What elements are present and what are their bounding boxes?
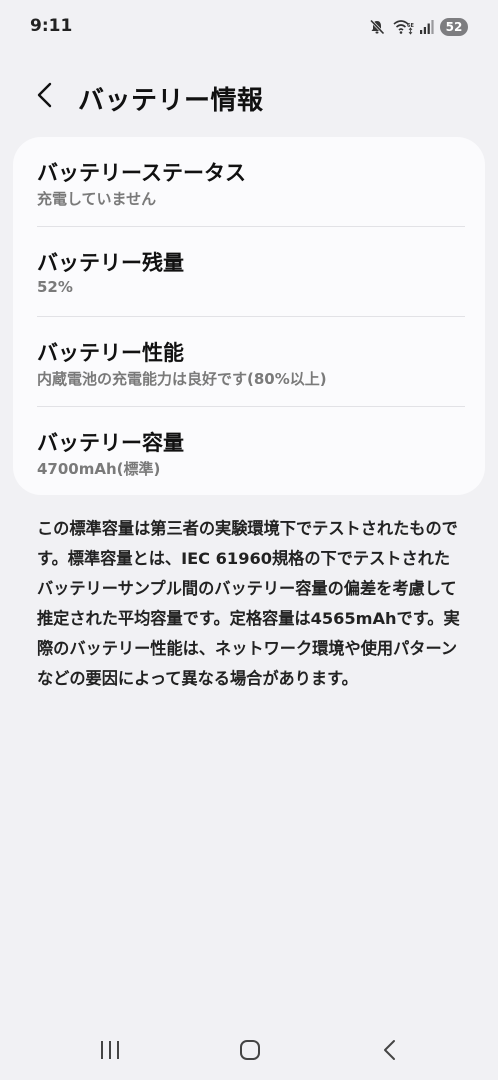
- back-button[interactable]: [28, 80, 62, 114]
- row-title: バッテリーステータス: [37, 161, 246, 185]
- status-icons: 6E 52: [368, 16, 468, 38]
- recent-apps-button[interactable]: [90, 1032, 130, 1072]
- row-value: 充電していません: [37, 190, 157, 208]
- battery-info-card: バッテリーステータス 充電していません バッテリー残量 52% バッテリー性能 …: [13, 137, 485, 495]
- status-bar: 9:11 6E 52: [0, 0, 498, 56]
- page-title: バッテリー情報: [78, 86, 264, 116]
- status-time: 9:11: [30, 16, 73, 36]
- row-value: 52%: [37, 278, 73, 296]
- row-value: 4700mAh(標準): [37, 460, 161, 478]
- battery-performance-row[interactable]: バッテリー性能 内蔵電池の充電能力は良好です(80%以上): [37, 317, 465, 407]
- home-button[interactable]: [230, 1032, 270, 1072]
- recent-apps-icon: [99, 1040, 121, 1064]
- chevron-left-icon: [35, 81, 55, 113]
- back-icon: [382, 1039, 398, 1065]
- row-title: バッテリー容量: [37, 431, 184, 455]
- battery-level-row[interactable]: バッテリー残量 52%: [37, 227, 465, 317]
- home-icon: [239, 1039, 261, 1065]
- row-value: 内蔵電池の充電能力は良好です(80%以上): [37, 370, 327, 388]
- wifi-6e-icon: 6E: [392, 18, 414, 36]
- row-title: バッテリー性能: [37, 341, 184, 365]
- navigation-bar: [0, 1024, 498, 1080]
- battery-status-row[interactable]: バッテリーステータス 充電していません: [37, 137, 465, 227]
- row-title: バッテリー残量: [37, 251, 184, 275]
- app-header: バッテリー情報: [0, 72, 498, 122]
- battery-capacity-row[interactable]: バッテリー容量 4700mAh(標準): [37, 407, 465, 497]
- nav-back-button[interactable]: [370, 1032, 410, 1072]
- battery-info-screen: 9:11 6E 52 バッテリー情報 バッテリーステータス 充電していません バ…: [0, 0, 498, 1080]
- mute-icon: [368, 18, 386, 36]
- capacity-description: この標準容量は第三者の実験環境下でテストされたものです。標準容量とは、IEC 6…: [37, 519, 460, 688]
- signal-icon: [420, 19, 434, 35]
- battery-icon: 52: [440, 18, 468, 36]
